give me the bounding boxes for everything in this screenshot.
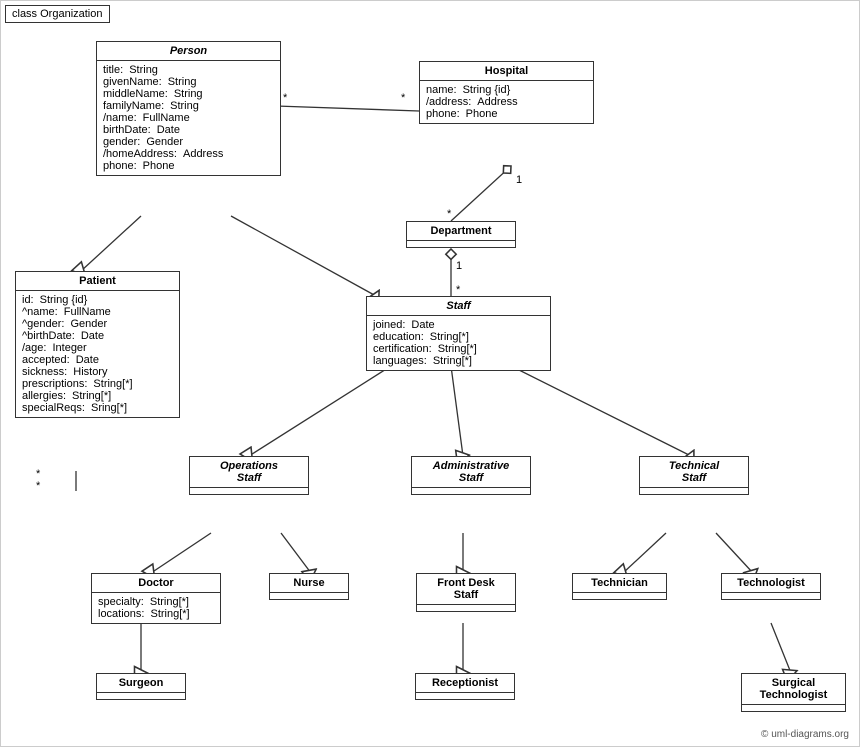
copyright: © uml-diagrams.org (761, 729, 849, 740)
class-surgical-technologist: SurgicalTechnologist (741, 673, 846, 712)
class-front-desk-staff: Front DeskStaff (416, 573, 516, 612)
hospital-body: name:String {id} /address:Address phone:… (420, 81, 593, 123)
class-hospital: Hospital name:String {id} /address:Addre… (419, 61, 594, 124)
operations-staff-header: OperationsStaff (190, 457, 308, 488)
front-desk-staff-header: Front DeskStaff (417, 574, 515, 605)
technical-staff-header: TechnicalStaff (640, 457, 748, 488)
doctor-body: specialty:String[*] locations:String[*] (92, 593, 220, 623)
receptionist-header: Receptionist (416, 674, 514, 693)
class-technical-staff: TechnicalStaff (639, 456, 749, 495)
technologist-header: Technologist (722, 574, 820, 593)
class-receptionist: Receptionist (415, 673, 515, 700)
class-department: Department (406, 221, 516, 248)
patient-body: id:String {id} ^name:FullName ^gender:Ge… (16, 291, 179, 417)
doctor-header: Doctor (92, 574, 220, 593)
person-body: title:String givenName:String middleName… (97, 61, 280, 175)
svg-text:*: * (36, 480, 41, 492)
class-operations-staff: OperationsStaff (189, 456, 309, 495)
svg-text:*: * (283, 92, 288, 104)
surgical-technologist-header: SurgicalTechnologist (742, 674, 845, 705)
svg-text:*: * (456, 284, 461, 296)
svg-text:*: * (36, 468, 41, 480)
svg-text:*: * (447, 208, 452, 220)
surgeon-header: Surgeon (97, 674, 185, 693)
staff-body: joined:Date education:String[*] certific… (367, 316, 550, 370)
diagram-container: class Organization * * (0, 0, 860, 747)
class-technologist: Technologist (721, 573, 821, 600)
svg-text:1: 1 (456, 260, 462, 272)
administrative-staff-header: AdministrativeStaff (412, 457, 530, 488)
person-header: Person (97, 42, 280, 61)
class-administrative-staff: AdministrativeStaff (411, 456, 531, 495)
class-staff: Staff joined:Date education:String[*] ce… (366, 296, 551, 371)
class-doctor: Doctor specialty:String[*] locations:Str… (91, 573, 221, 624)
technician-header: Technician (573, 574, 666, 593)
hospital-header: Hospital (420, 62, 593, 81)
class-patient: Patient id:String {id} ^name:FullName ^g… (15, 271, 180, 418)
class-technician: Technician (572, 573, 667, 600)
class-nurse: Nurse (269, 573, 349, 600)
patient-header: Patient (16, 272, 179, 291)
staff-header: Staff (367, 297, 550, 316)
nurse-header: Nurse (270, 574, 348, 593)
department-header: Department (407, 222, 515, 241)
department-body (407, 241, 515, 247)
svg-text:*: * (401, 92, 406, 104)
class-person: Person title:String givenName:String mid… (96, 41, 281, 176)
diagram-title: class Organization (5, 5, 110, 23)
class-surgeon: Surgeon (96, 673, 186, 700)
svg-text:1: 1 (516, 174, 522, 186)
